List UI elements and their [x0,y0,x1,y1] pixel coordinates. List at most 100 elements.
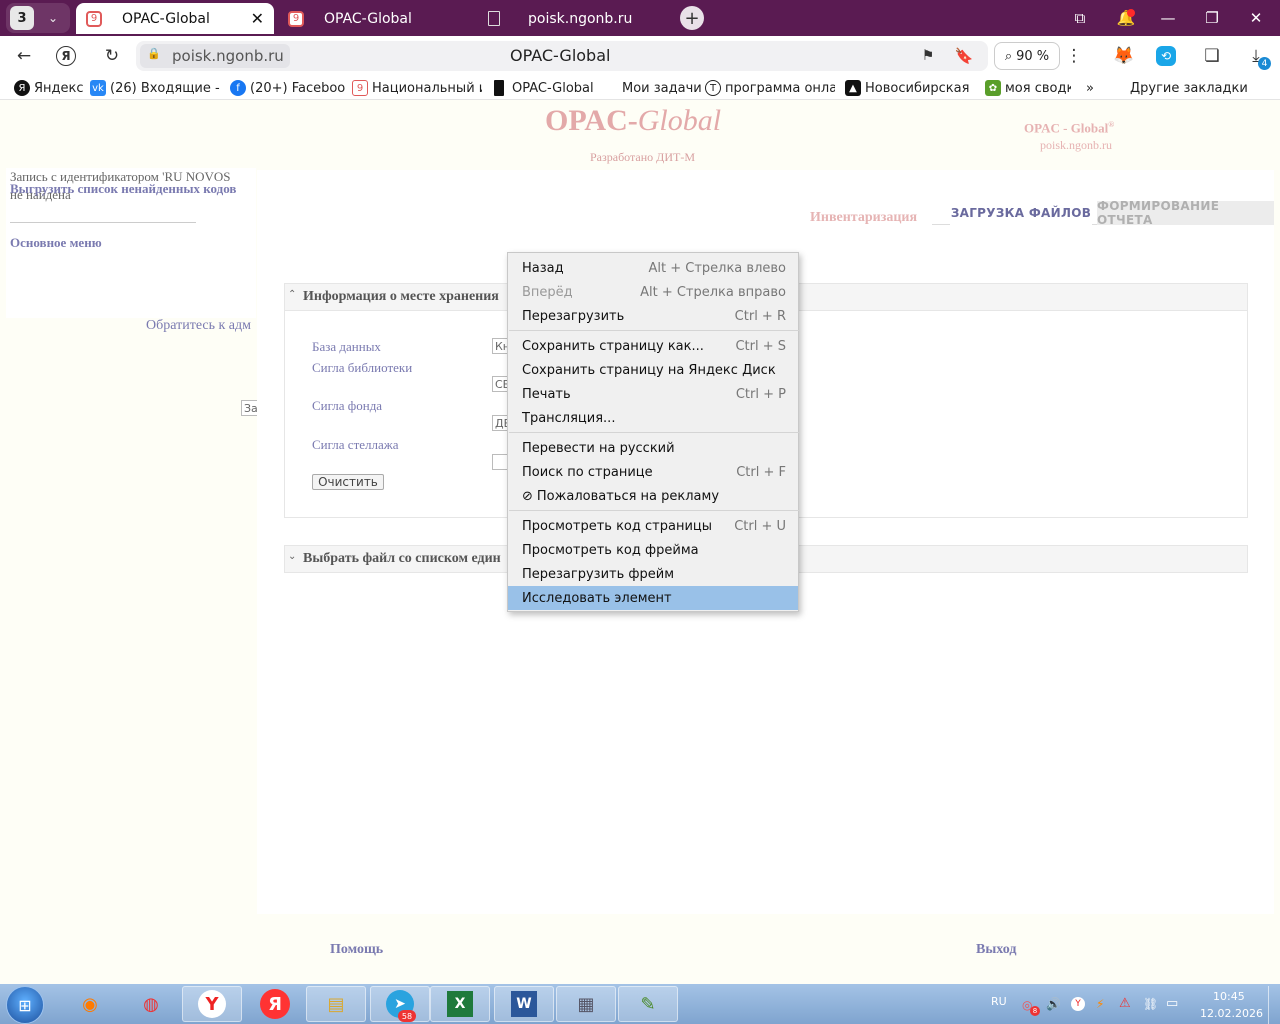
bookmark-program[interactable]: T программа онлай [705,79,835,97]
omnibox-title[interactable]: OPAC-Global [510,46,610,65]
bookmark-facebook[interactable]: f (20+) Facebook [230,79,346,97]
other-bookmarks[interactable]: Другие закладки ⌄ [1130,79,1254,97]
lock-icon[interactable]: 🔒 [147,47,161,63]
menu-item-cast[interactable]: Трансляция... [508,406,798,430]
more-bookmarks-icon[interactable]: » [1086,79,1100,97]
exit-link[interactable]: Выход [976,942,1016,958]
menu-item-reload-frame[interactable]: Перезагрузить фрейм [508,562,798,586]
logo-subtitle: Разработано ДИТ-М [590,150,695,164]
yandex-tray-icon[interactable]: Y [1071,997,1085,1011]
opac-logo-small: OPAC - Global® [1024,120,1115,136]
volume-icon[interactable]: 🔊 [1046,997,1061,1011]
clock-date[interactable]: 12.02.2026 [1200,1007,1263,1020]
bookmark-novosibirsk[interactable]: ▲ Новосибирская Г [845,79,973,97]
collections-icon[interactable]: ❏ [1200,44,1224,68]
back-arrow-icon[interactable]: ← [12,44,36,68]
menu-item-find[interactable]: Поиск по странице Ctrl + F [508,460,798,484]
menu-item-view-frame-source[interactable]: Просмотреть код фрейма [508,538,798,562]
bookmark-ngonb[interactable]: 9 Национальный ин [352,79,482,97]
start-button[interactable]: ⊞ [6,986,44,1024]
new-tab-plus-icon[interactable]: + [680,6,704,30]
clock-time[interactable]: 10:45 [1213,990,1245,1003]
extension-icon[interactable]: ⟲ [1156,46,1176,66]
library-sigla-select[interactable]: СЕ [492,376,508,392]
facebook-icon: f [230,80,246,96]
clear-button[interactable]: Очистить [312,474,384,490]
help-link[interactable]: Помощь [330,942,383,958]
fund-sigla-select[interactable]: ДЕ [492,415,508,431]
bookmark-opac[interactable]: OPAC-Global [494,79,598,97]
calculator-icon[interactable]: ▦ [556,986,616,1022]
main-menu-link[interactable]: Основное меню [10,235,102,251]
bookmark-icon[interactable]: 🔖 [952,44,976,68]
menu-item-back[interactable]: Назад Alt + Стрелка влево [508,256,798,280]
tab-count[interactable]: 3 [10,6,34,30]
zoom-indicator[interactable]: ⌕ 90 % [994,42,1060,70]
chrome-icon[interactable]: ◍ [121,986,181,1022]
menu-item-save-page[interactable]: Сохранить страницу как... Ctrl + S [508,334,798,358]
menu-dots-icon[interactable]: ⋮ [1062,44,1086,68]
file-section-title: Выбрать файл со списком един [303,551,501,566]
export-not-found-link[interactable]: Выгрузить список ненайденных кодов [10,181,240,196]
bookmark-tasks[interactable]: Мои задачи [622,79,702,97]
restore-icon[interactable]: ❐ [1196,6,1228,30]
bookmark-yandex[interactable]: Я Яндекс [14,79,84,97]
menu-item-forward: Вперёд Alt + Стрелка вправо [522,284,786,300]
translate-icon[interactable]: ⚑ [916,44,940,68]
zoom-level: 90 % [1016,48,1050,64]
collapse-chevron-icon[interactable]: ⌃ [288,289,296,300]
notepad-plus-icon[interactable]: ✎ [618,986,678,1022]
tab-poisk[interactable]: poisk.ngonb.ru [478,3,676,34]
language-indicator[interactable]: RU [991,995,1007,1008]
logo-domain: poisk.ngonb.ru [1040,138,1112,152]
menu-item-save-to-disk[interactable]: Сохранить страницу на Яндекс Диск [508,358,798,382]
network-icon[interactable]: ⛓ [1143,997,1158,1011]
bookmark-vk[interactable]: vk (26) Входящие - П [90,79,220,97]
word-icon[interactable]: W [494,986,554,1022]
menu-item-print[interactable]: Печать Ctrl + P [508,382,798,406]
expand-chevron-icon[interactable]: ⌄ [288,551,296,562]
downloads-badge: 4 [1258,57,1271,70]
shelf-sigla-input[interactable] [492,454,508,470]
menu-item-report-ad[interactable]: ⊘ Пожаловаться на рекламу [508,484,798,508]
bookmark-summary[interactable]: ✿ моя сводк [985,79,1071,97]
database-select[interactable]: Кн [492,338,508,354]
minimize-icon[interactable]: — [1152,6,1184,30]
chevron-down-icon[interactable]: ⌄ [42,8,64,28]
left-button-stub[interactable]: За [241,400,257,416]
domain-chip[interactable]: poisk.ngonb.ru [140,44,290,68]
tray-app2-icon[interactable]: ⚡ [1096,997,1104,1011]
tab-opac-global[interactable]: 9 OPAC-Global [278,3,476,34]
tabs-copy-icon[interactable]: ⧉ [1064,6,1096,30]
reload-icon[interactable]: ↻ [100,44,124,68]
excel-icon[interactable]: X [430,986,490,1022]
menu-item-inspect[interactable]: Исследовать элемент [508,586,798,610]
yandex-browser-icon[interactable]: Y [182,986,242,1022]
tab-report[interactable]: ФОРМИРОВАНИЕ ОТЧЕТА [1097,199,1274,227]
close-icon[interactable]: ✕ [251,9,264,28]
yandex-logo-icon[interactable]: Я [56,46,76,66]
yandex-icon: Я [14,80,30,96]
storage-section-title: Информация о месте хранения [303,289,499,304]
display-icon[interactable]: ▭ [1166,996,1178,1011]
tab-opac-global-active[interactable]: 9 OPAC-Global ✕ [76,3,274,34]
contact-admin-link[interactable]: Обратитесь к адм [146,318,258,334]
menu-item-translate[interactable]: Перевести на русский [508,436,798,460]
tab-upload-files[interactable]: ЗАГРУЗКА ФАЙЛОВ [950,201,1092,225]
menu-item-view-source[interactable]: Просмотреть код страницы Ctrl + U [508,514,798,538]
t-icon: T [705,80,721,96]
label-database: База данных [312,339,381,354]
menu-separator [509,432,799,433]
bookmark-icon [494,80,504,96]
close-window-icon[interactable]: ✕ [1240,6,1272,30]
menu-item-reload[interactable]: Перезагрузить Ctrl + R [508,304,798,328]
notifications-bell-icon[interactable]: 🔔 [1110,6,1142,30]
metamask-fox-icon[interactable]: 🦊 [1112,44,1136,68]
yandex-app-icon[interactable]: Я [245,986,305,1022]
file-explorer-icon[interactable]: ▤ [306,986,366,1022]
inventory-title: Инвентаризация [810,210,918,225]
show-desktop-button[interactable] [1268,986,1280,1024]
page-icon [488,11,500,26]
firefox-icon[interactable]: ◉ [60,986,120,1022]
warning-icon[interactable]: ⚠ [1119,996,1131,1011]
